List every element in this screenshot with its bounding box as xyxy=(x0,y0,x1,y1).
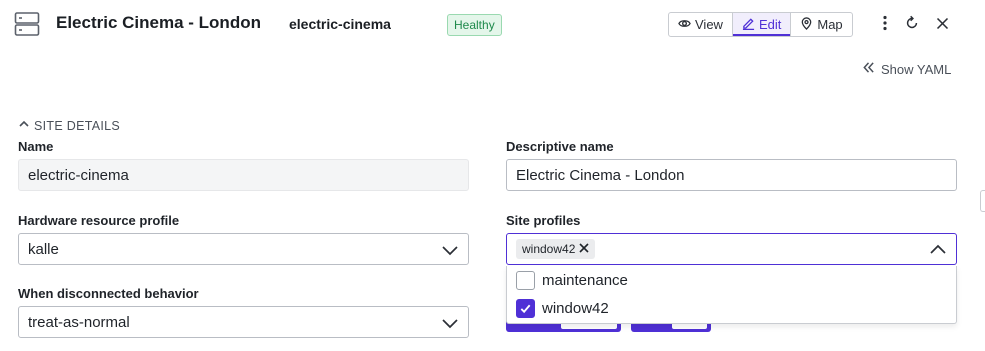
disconnected-behavior-select[interactable]: treat-as-normal xyxy=(18,306,469,338)
name-field: electric-cinema xyxy=(18,159,469,191)
page-title: Electric Cinema - London xyxy=(56,13,261,32)
remove-tag-icon[interactable] xyxy=(579,242,589,256)
view-mode-edit-button[interactable]: Edit xyxy=(732,13,792,36)
more-vertical-icon[interactable] xyxy=(876,14,894,32)
disconnected-behavior-label: When disconnected behavior xyxy=(18,286,199,301)
chevron-up-icon xyxy=(18,118,30,133)
pencil-icon xyxy=(742,17,755,33)
option-label: maintenance xyxy=(542,271,628,289)
close-icon[interactable] xyxy=(933,14,951,32)
name-value: electric-cinema xyxy=(28,166,129,184)
page-header: Electric Cinema - London electric-cinema… xyxy=(0,0,985,48)
server-icon xyxy=(14,11,40,37)
site-profiles-dropdown: maintenance window42 xyxy=(506,266,957,324)
site-profiles-multiselect[interactable]: window42 xyxy=(506,233,957,265)
option-window42[interactable]: window42 xyxy=(516,297,609,319)
site-profiles-label: Site profiles xyxy=(506,213,581,228)
double-chevron-left-icon xyxy=(862,61,875,77)
option-maintenance[interactable]: maintenance xyxy=(516,269,628,291)
descriptive-name-input[interactable]: Electric Cinema - London xyxy=(506,159,957,191)
descriptive-name-label: Descriptive name xyxy=(506,139,614,154)
view-mode-map-button[interactable]: Map xyxy=(791,13,851,36)
map-pin-icon xyxy=(800,16,813,33)
view-mode-map-label: Map xyxy=(817,17,843,32)
chevron-down-icon xyxy=(442,243,458,256)
checkbox-checked[interactable] xyxy=(516,298,535,318)
name-label: Name xyxy=(18,139,54,154)
refresh-icon[interactable] xyxy=(903,14,921,32)
show-yaml-label: Show YAML xyxy=(881,61,952,77)
chevron-down-icon xyxy=(442,316,458,329)
show-yaml-button[interactable]: Show YAML xyxy=(862,61,951,77)
selected-tag-label: window42 xyxy=(522,242,576,256)
status-badge: Healthy xyxy=(447,14,502,36)
view-mode-edit-label: Edit xyxy=(758,17,782,32)
side-panel-edge[interactable] xyxy=(980,190,985,212)
hardware-profile-label: Hardware resource profile xyxy=(18,213,180,228)
option-label: window42 xyxy=(542,299,609,317)
eye-icon xyxy=(678,17,691,33)
hardware-profile-value: kalle xyxy=(28,240,59,258)
hardware-profile-select[interactable]: kalle xyxy=(18,233,469,265)
view-mode-view-button[interactable]: View xyxy=(669,13,733,36)
site-details-section-toggle[interactable]: SITE DETAILS xyxy=(18,118,120,133)
checkbox-unchecked[interactable] xyxy=(516,270,535,290)
resource-id: electric-cinema xyxy=(289,16,391,32)
view-mode-view-label: View xyxy=(695,17,723,32)
chevron-up-icon[interactable] xyxy=(930,243,946,255)
view-mode-switcher: View Edit Map xyxy=(668,12,853,37)
selected-tag: window42 xyxy=(516,239,596,259)
section-title: SITE DETAILS xyxy=(34,118,121,133)
descriptive-name-value: Electric Cinema - London xyxy=(516,166,685,184)
disconnected-behavior-value: treat-as-normal xyxy=(28,313,130,331)
